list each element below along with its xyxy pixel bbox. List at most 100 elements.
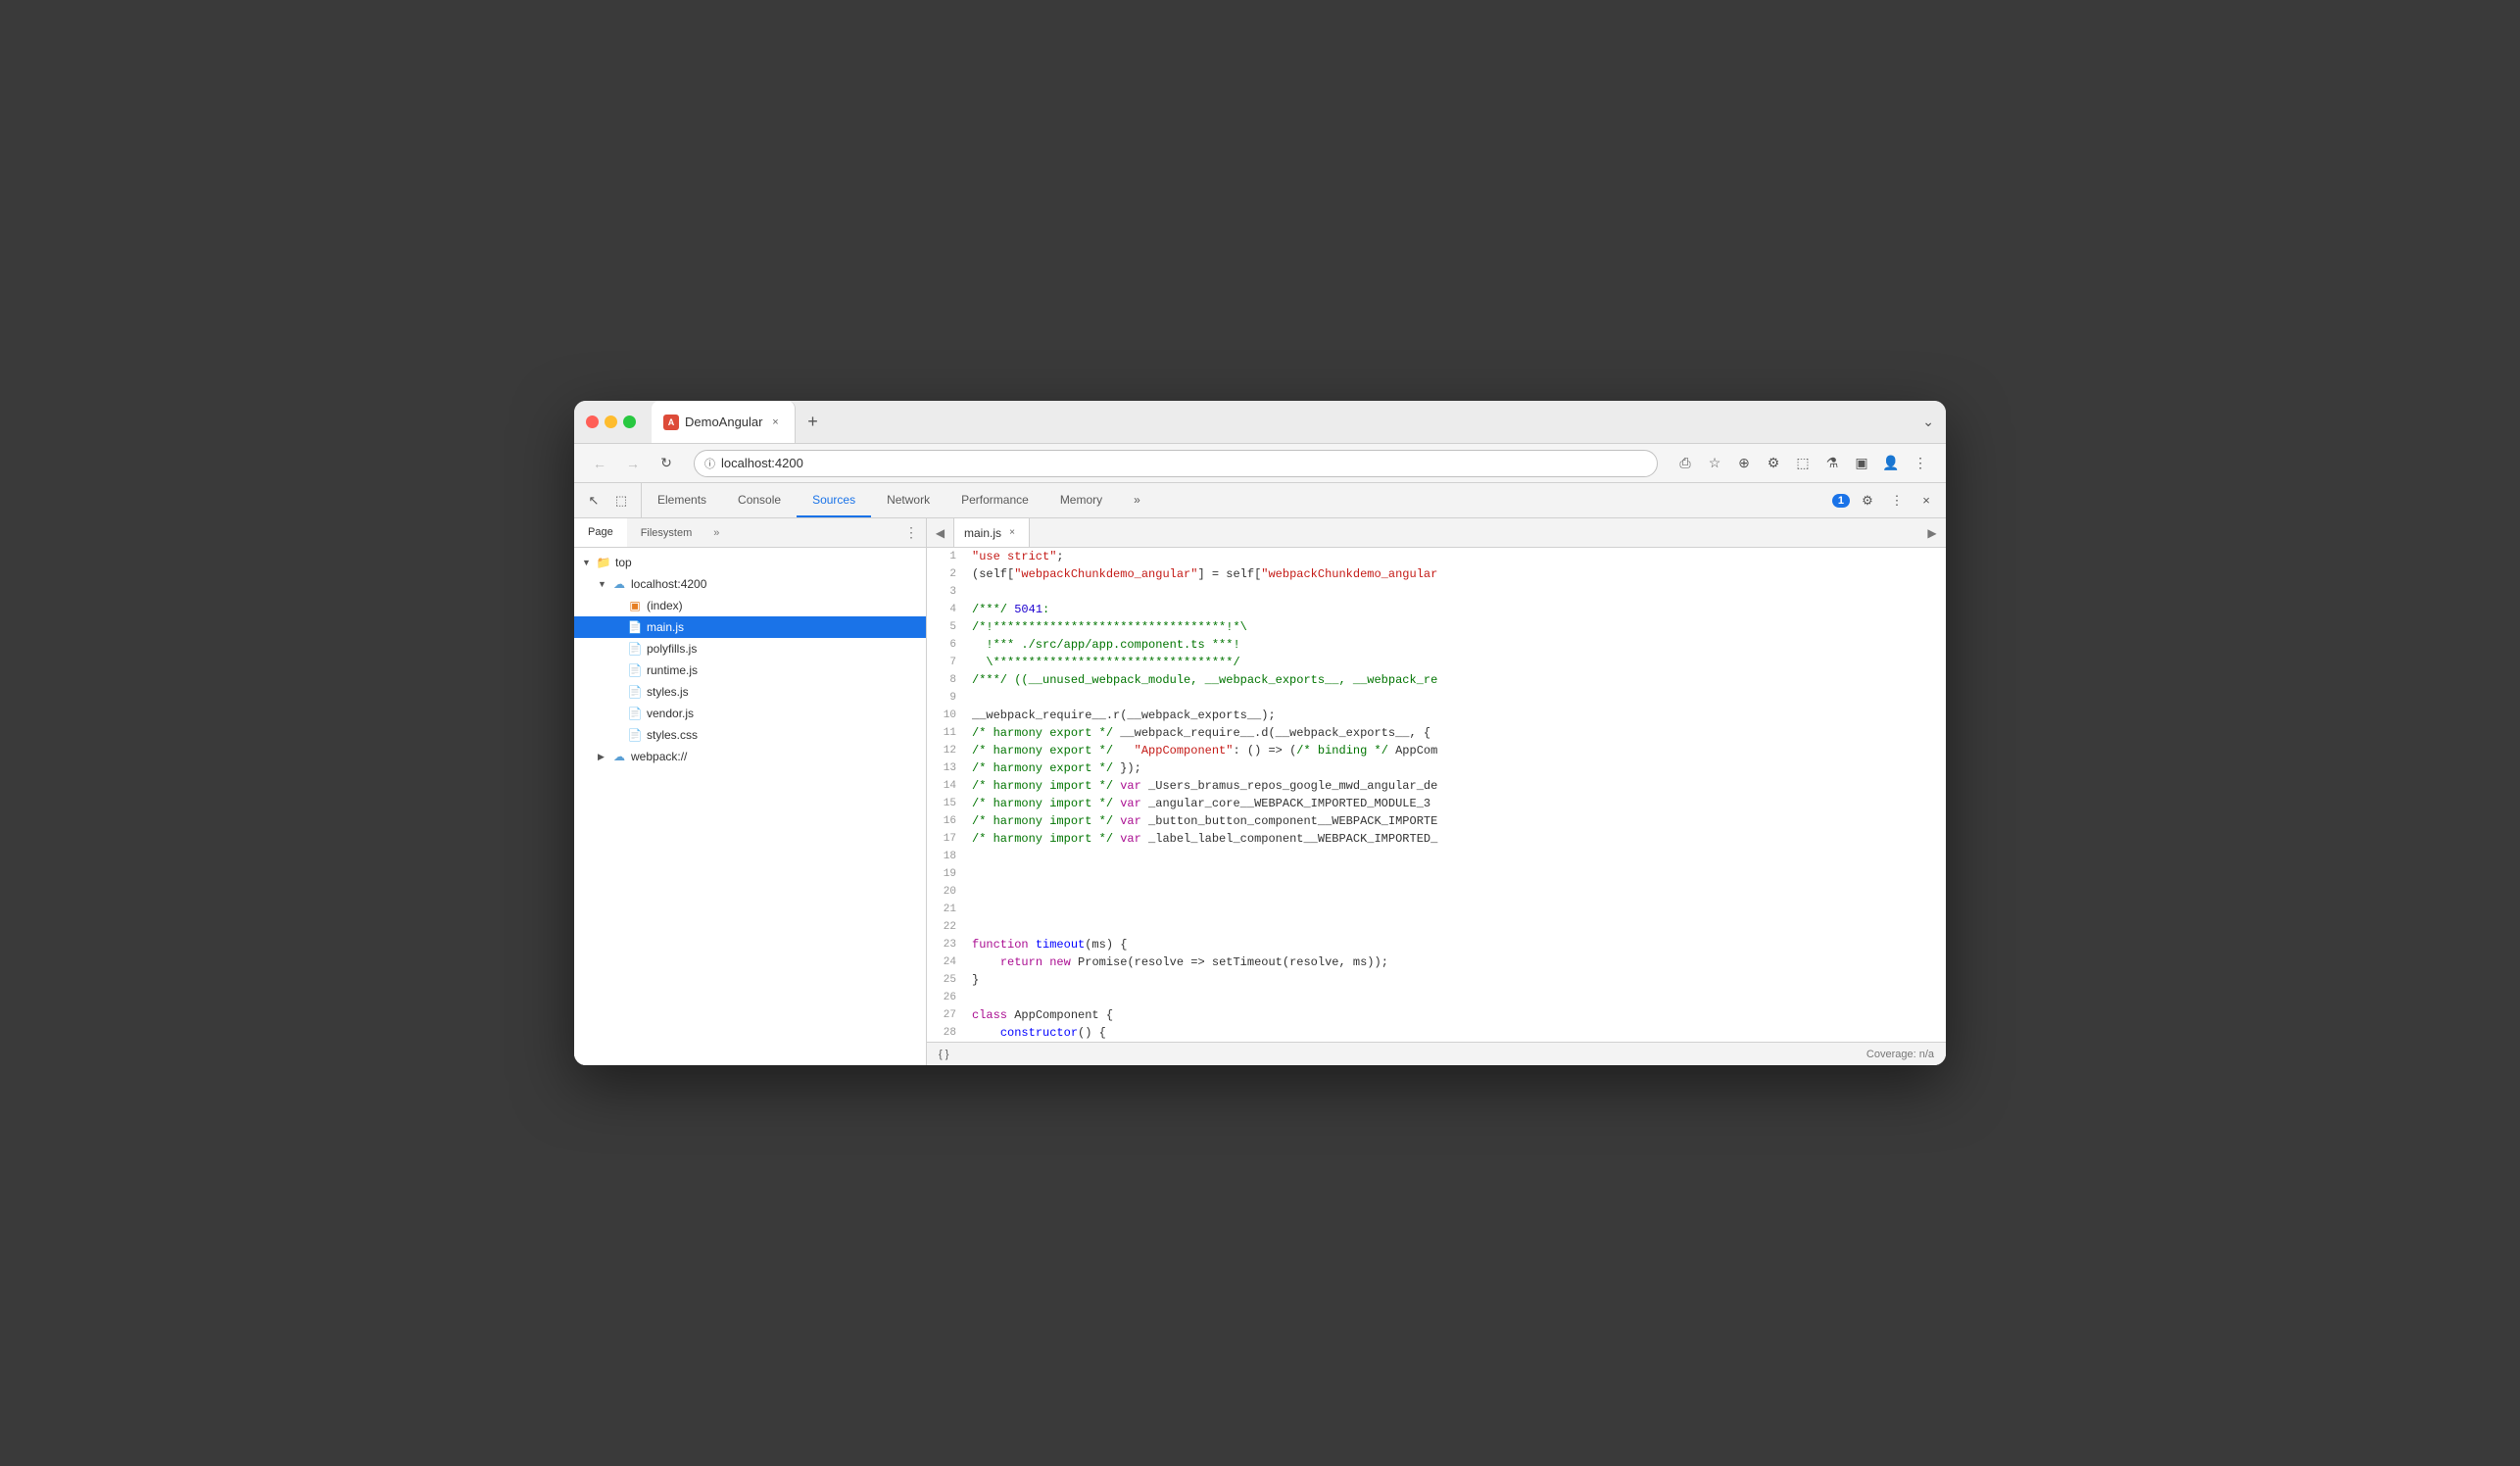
new-tab-button[interactable]: + <box>800 409 827 436</box>
code-line: 11 /* harmony export */ __webpack_requir… <box>927 724 1946 742</box>
maximize-button[interactable] <box>623 415 636 428</box>
expand-panel-button[interactable]: ◀ <box>927 518 954 547</box>
tree-item-webpack[interactable]: ▶ ☁ webpack:// <box>574 746 926 767</box>
devtools-more-button[interactable]: ⋮ <box>1885 489 1909 513</box>
css-file-icon: 📄 <box>627 727 643 743</box>
line-content: (self["webpackChunkdemo_angular"] = self… <box>966 565 1437 583</box>
settings-icon[interactable]: ⚙ <box>1760 450 1787 477</box>
line-number: 6 <box>927 636 966 654</box>
line-number: 11 <box>927 724 966 742</box>
devtools-close-button[interactable]: × <box>1914 489 1938 513</box>
address-bar[interactable]: ⓘ localhost:4200 <box>694 450 1658 477</box>
code-line: 24 return new Promise(resolve => setTime… <box>927 953 1946 971</box>
tree-item-polyfills[interactable]: 📄 polyfills.js <box>574 638 926 660</box>
tab-close-button[interactable]: × <box>769 415 783 429</box>
tab-sources[interactable]: Sources <box>797 483 871 517</box>
code-line: 25 } <box>927 971 1946 989</box>
line-content: /* harmony export */ "AppComponent": () … <box>966 742 1437 759</box>
tab-memory[interactable]: Memory <box>1044 483 1118 517</box>
line-number: 10 <box>927 707 966 724</box>
line-content <box>966 883 972 901</box>
address-text: localhost:4200 <box>721 456 803 470</box>
tab-performance[interactable]: Performance <box>945 483 1044 517</box>
code-line: 18 <box>927 848 1946 865</box>
file-tree-menu[interactable]: ⋮ <box>897 524 926 541</box>
extension-icon[interactable]: ⊕ <box>1730 450 1758 477</box>
line-number: 27 <box>927 1006 966 1024</box>
line-content <box>966 901 972 918</box>
tree-item-vendor[interactable]: 📄 vendor.js <box>574 703 926 724</box>
line-number: 5 <box>927 618 966 636</box>
traffic-lights <box>586 415 636 428</box>
tree-item-runtime[interactable]: 📄 runtime.js <box>574 660 926 681</box>
line-number: 2 <box>927 565 966 583</box>
flask-icon[interactable]: ⚗ <box>1818 450 1846 477</box>
tab-console[interactable]: Console <box>722 483 797 517</box>
close-button[interactable] <box>586 415 599 428</box>
line-content <box>966 689 972 707</box>
code-line: 26 <box>927 989 1946 1006</box>
bookmark-icon[interactable]: ☆ <box>1701 450 1728 477</box>
line-number: 28 <box>927 1024 966 1042</box>
tree-item-main-js[interactable]: 📄 main.js <box>574 616 926 638</box>
line-content <box>966 583 972 601</box>
puzzle-icon[interactable]: ⬚ <box>1789 450 1817 477</box>
format-braces-button[interactable]: { } <box>939 1049 948 1060</box>
line-content: return new Promise(resolve => setTimeout… <box>966 953 1388 971</box>
line-content: /* harmony import */ var _button_button_… <box>966 812 1437 830</box>
code-line: 7 \**********************************/ <box>927 654 1946 671</box>
devtools-tabs: Elements Console Sources Network Perform… <box>642 483 1824 517</box>
tab-elements[interactable]: Elements <box>642 483 722 517</box>
chevron-down-icon[interactable]: ⌄ <box>1922 414 1934 430</box>
line-number: 16 <box>927 812 966 830</box>
line-number: 4 <box>927 601 966 618</box>
tab-network[interactable]: Network <box>871 483 945 517</box>
code-line: 19 <box>927 865 1946 883</box>
sidebar-icon[interactable]: ▣ <box>1848 450 1875 477</box>
tree-item-localhost[interactable]: ▼ ☁ localhost:4200 <box>574 573 926 595</box>
reload-button[interactable]: ↻ <box>653 450 680 477</box>
code-line: 13 /* harmony export */ }); <box>927 759 1946 777</box>
file-tree-tab-page[interactable]: Page <box>574 518 627 547</box>
share-icon[interactable]: ⎙ <box>1672 450 1699 477</box>
code-line: 27 class AppComponent { <box>927 1006 1946 1024</box>
line-number: 9 <box>927 689 966 707</box>
code-line: 23 function timeout(ms) { <box>927 936 1946 953</box>
code-tab-close-button[interactable]: × <box>1005 526 1019 540</box>
code-line: 17 /* harmony import */ var _label_label… <box>927 830 1946 848</box>
browser-tab[interactable]: A DemoAngular × <box>652 401 796 443</box>
tab-more[interactable]: » <box>1118 483 1156 517</box>
line-number: 3 <box>927 583 966 601</box>
minimize-button[interactable] <box>605 415 617 428</box>
code-editor[interactable]: 1 "use strict"; 2 (self["webpackChunkdem… <box>927 548 1946 1042</box>
code-line: 10 __webpack_require__.r(__webpack_expor… <box>927 707 1946 724</box>
profile-icon[interactable]: 👤 <box>1877 450 1905 477</box>
cloud-folder-icon: ☁ <box>611 576 627 592</box>
code-tab-main-js[interactable]: main.js × <box>954 518 1030 547</box>
file-tree-tabs: Page Filesystem » ⋮ <box>574 518 926 548</box>
line-number: 23 <box>927 936 966 953</box>
tree-item-styles-js[interactable]: 📄 styles.js <box>574 681 926 703</box>
file-tree-more-tabs[interactable]: » <box>705 527 727 539</box>
devtools-settings-button[interactable]: ⚙ <box>1856 489 1879 513</box>
tree-item-index[interactable]: ▣ (index) <box>574 595 926 616</box>
collapse-panel-button[interactable]: ▶ <box>1918 518 1946 547</box>
nav-bar: ← → ↻ ⓘ localhost:4200 ⎙ ☆ ⊕ ⚙ ⬚ ⚗ ▣ 👤 ⋮ <box>574 444 1946 483</box>
line-number: 25 <box>927 971 966 989</box>
inspect-element-button[interactable]: ↖ <box>582 489 606 513</box>
code-line: 2 (self["webpackChunkdemo_angular"] = se… <box>927 565 1946 583</box>
device-mode-button[interactable]: ⬚ <box>609 489 633 513</box>
file-tree-tab-filesystem[interactable]: Filesystem <box>627 518 706 547</box>
devtools-panel: ↖ ⬚ Elements Console Sources Network Per… <box>574 483 1946 1065</box>
tree-label-styles-css: styles.css <box>647 728 698 742</box>
code-line: 1 "use strict"; <box>927 548 1946 565</box>
back-button[interactable]: ← <box>586 450 613 477</box>
forward-button[interactable]: → <box>619 450 647 477</box>
tree-item-styles-css[interactable]: 📄 styles.css <box>574 724 926 746</box>
tree-item-top[interactable]: ▼ 📁 top <box>574 552 926 573</box>
more-icon[interactable]: ⋮ <box>1907 450 1934 477</box>
line-content: /* harmony import */ var _angular_core__… <box>966 795 1430 812</box>
folder-icon: 📁 <box>596 555 611 570</box>
coverage-label: Coverage: n/a <box>1866 1049 1934 1060</box>
line-number: 26 <box>927 989 966 1006</box>
